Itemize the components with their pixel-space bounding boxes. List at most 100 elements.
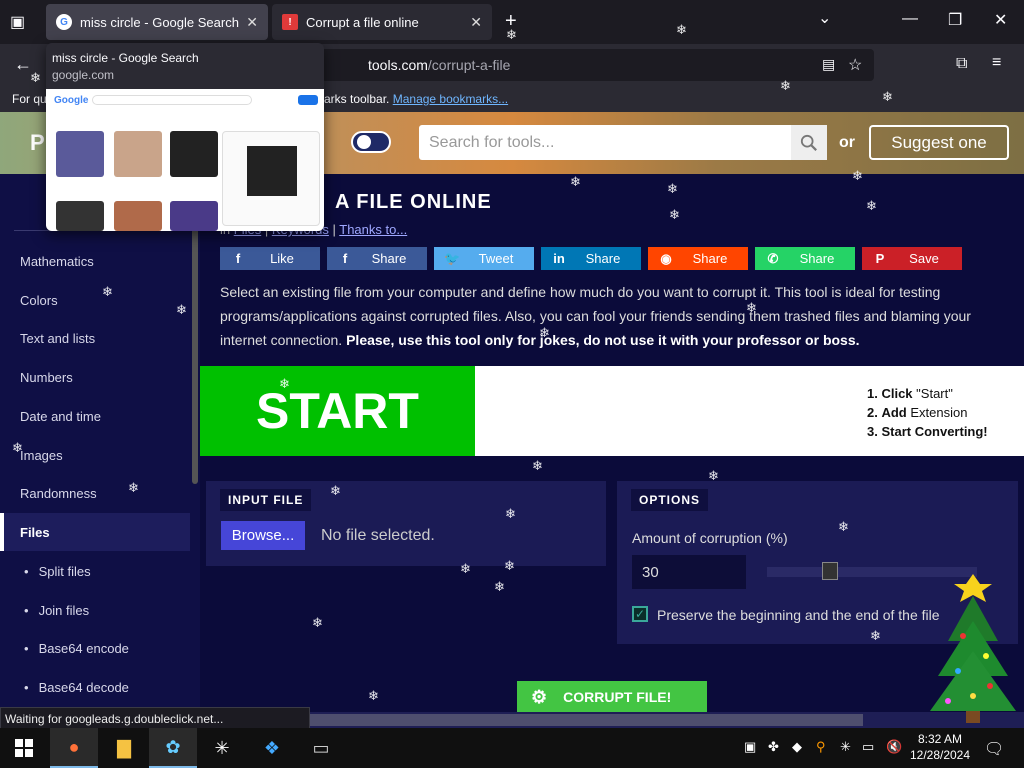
search-button[interactable]: [791, 125, 827, 160]
close-tab-icon[interactable]: ✕: [246, 14, 258, 31]
tab-google-search[interactable]: G miss circle - Google Search ✕: [46, 4, 268, 40]
sidebar-item-colors[interactable]: Colors: [0, 281, 190, 319]
sidebar-subitem-join-files[interactable]: Join files: [24, 603, 90, 618]
new-tab-icon[interactable]: +: [505, 10, 517, 33]
minimize-icon[interactable]: —: [902, 10, 918, 28]
sidebar-item-files[interactable]: Files: [0, 513, 190, 551]
windows-logo-icon: [15, 739, 33, 757]
url-domain: tools.com: [368, 57, 428, 73]
thanks-link[interactable]: Thanks to...: [339, 222, 407, 237]
sidebar-subitem-base64-decode[interactable]: Base64 decode: [24, 680, 129, 695]
corruption-amount-label: Amount of corruption (%): [632, 530, 788, 546]
snowflake-icon: ❄: [669, 207, 680, 222]
menu-icon[interactable]: ≡: [992, 54, 1001, 72]
extensions-icon[interactable]: ⧉: [956, 55, 967, 73]
bookmark-star-icon[interactable]: ☆: [848, 55, 862, 75]
maximize-icon[interactable]: ❐: [948, 10, 962, 30]
list-tabs-icon[interactable]: ⌄: [818, 8, 831, 28]
tray-search-icon[interactable]: ⚲: [816, 739, 826, 755]
taskbar: ● ▇ ✿ ✳ ❖ ▭ ▣ ✤ ◆ ⚲ ✳ ▭ 🔇 8:32 AM 12/28/…: [0, 728, 1024, 768]
snowflake-icon: ❄: [667, 181, 678, 196]
tab-bar: ▣ G miss circle - Google Search ✕ ! Corr…: [0, 0, 1024, 44]
search-input[interactable]: [419, 125, 789, 160]
horizontal-scrollbar[interactable]: [200, 712, 1024, 728]
linkedin-share-button[interactable]: in Share: [541, 247, 641, 270]
close-tab-icon[interactable]: ✕: [470, 14, 482, 31]
site-logo[interactable]: P: [30, 130, 45, 156]
tab-manager-icon[interactable]: ▣: [10, 12, 25, 32]
reddit-share-button[interactable]: ◉ Share: [648, 247, 748, 270]
tray-volume-muted-icon[interactable]: 🔇: [886, 739, 902, 755]
slider-thumb[interactable]: [822, 562, 838, 580]
url-text[interactable]: tools.com/corrupt-a-file: [368, 57, 510, 73]
whatsapp-share-button[interactable]: ✆ Share: [755, 247, 855, 270]
clock-time: 8:32 AM: [917, 732, 963, 746]
facebook-like-button[interactable]: f Like: [220, 247, 320, 270]
preview-url: google.com: [52, 68, 115, 82]
facebook-icon: f: [342, 251, 348, 266]
corruption-amount-input[interactable]: [632, 555, 746, 589]
start-button[interactable]: [0, 728, 48, 768]
ad-start-button[interactable]: START: [200, 366, 475, 456]
bookmarks-prefix: For qu: [12, 92, 47, 106]
tray-app-icon[interactable]: ✤: [768, 739, 779, 755]
app-icon: ✿: [165, 736, 181, 757]
scrollbar-thumb[interactable]: [300, 714, 863, 726]
url-path: /corrupt-a-file: [427, 57, 511, 73]
window-icon: ▭: [312, 737, 330, 758]
tab-title: miss circle - Google Search: [80, 14, 239, 30]
back-icon[interactable]: ←: [14, 54, 32, 75]
sidebar-item-randomness[interactable]: Randomness: [0, 474, 190, 512]
twitter-icon: 🐦: [444, 250, 461, 266]
tab-preview-popup: miss circle - Google Search google.com G…: [46, 43, 324, 231]
sidebar-item-date-and-time[interactable]: Date and time: [0, 397, 190, 435]
notifications-icon[interactable]: 🗨: [984, 739, 1004, 759]
browse-button[interactable]: Browse...: [221, 521, 305, 550]
tray-drop-icon[interactable]: ◆: [792, 739, 802, 755]
tray-network-icon[interactable]: ▭: [862, 739, 874, 755]
reader-view-icon[interactable]: ▤: [822, 56, 835, 73]
preserve-checkbox[interactable]: ✓: [632, 606, 648, 622]
ad-banner[interactable]: START 1. Click "Start" 2. Add Extension …: [200, 366, 1024, 456]
whatsapp-icon: ✆: [767, 250, 779, 266]
snowflake-icon: ❄: [532, 458, 543, 473]
sidebar-item-text-and-lists[interactable]: Text and lists: [0, 319, 190, 357]
search-icon: [800, 134, 817, 151]
app-taskbar-button[interactable]: ✿: [149, 728, 197, 768]
folder-icon: ▇: [117, 737, 131, 758]
tray-snow-icon[interactable]: ✳: [840, 739, 851, 755]
sidebar-subitem-base64-encode[interactable]: Base64 encode: [24, 641, 129, 656]
window-taskbar-button[interactable]: ▭: [297, 728, 345, 768]
manage-bookmarks-link[interactable]: Manage bookmarks...: [393, 92, 508, 106]
facebook-share-button[interactable]: f Share: [327, 247, 427, 270]
input-file-heading: INPUT FILE: [220, 489, 312, 511]
snowflake-icon: ❄: [368, 688, 379, 703]
preview-image-tile: [170, 201, 218, 231]
tray-app-icon[interactable]: ▣: [744, 739, 756, 755]
suggest-button[interactable]: Suggest one: [869, 125, 1009, 160]
firefox-taskbar-button[interactable]: ●: [50, 728, 98, 768]
dark-mode-toggle[interactable]: [351, 131, 391, 153]
preview-image-tile: [56, 131, 104, 177]
tab-corrupt-file[interactable]: ! Corrupt a file online ✕: [272, 4, 492, 40]
sidebar-item-images[interactable]: Images: [0, 436, 190, 474]
asterisk-icon: ✳: [214, 737, 230, 758]
preview-image-tile: [56, 201, 104, 231]
input-file-panel: INPUT FILE Browse... No file selected.: [206, 481, 606, 566]
taskbar-clock[interactable]: 8:32 AM 12/28/2024: [908, 731, 972, 763]
sidebar-subitem-split-files[interactable]: Split files: [24, 564, 91, 579]
snowflake-icon: ❄: [312, 615, 323, 630]
file-explorer-taskbar-button[interactable]: ▇: [100, 728, 148, 768]
sidebar-item-numbers[interactable]: Numbers: [0, 358, 190, 396]
sidebar-item-mathematics[interactable]: Mathematics: [0, 242, 190, 280]
close-window-icon[interactable]: ✕: [994, 10, 1007, 30]
status-bar: Waiting for googleads.g.doubleclick.net.…: [0, 707, 310, 729]
twitter-tweet-button[interactable]: 🐦 Tweet: [434, 247, 534, 270]
corrupt-file-button[interactable]: ⚙ CORRUPT FILE!: [517, 681, 707, 713]
preview-signin: [298, 95, 318, 105]
gear-icon: ⚙: [531, 686, 548, 707]
preserve-label[interactable]: Preserve the beginning and the end of th…: [657, 607, 940, 623]
snow-app-taskbar-button[interactable]: ✳: [198, 728, 246, 768]
pinterest-save-button[interactable]: P Save: [862, 247, 962, 270]
tool-taskbar-button[interactable]: ❖: [248, 728, 296, 768]
